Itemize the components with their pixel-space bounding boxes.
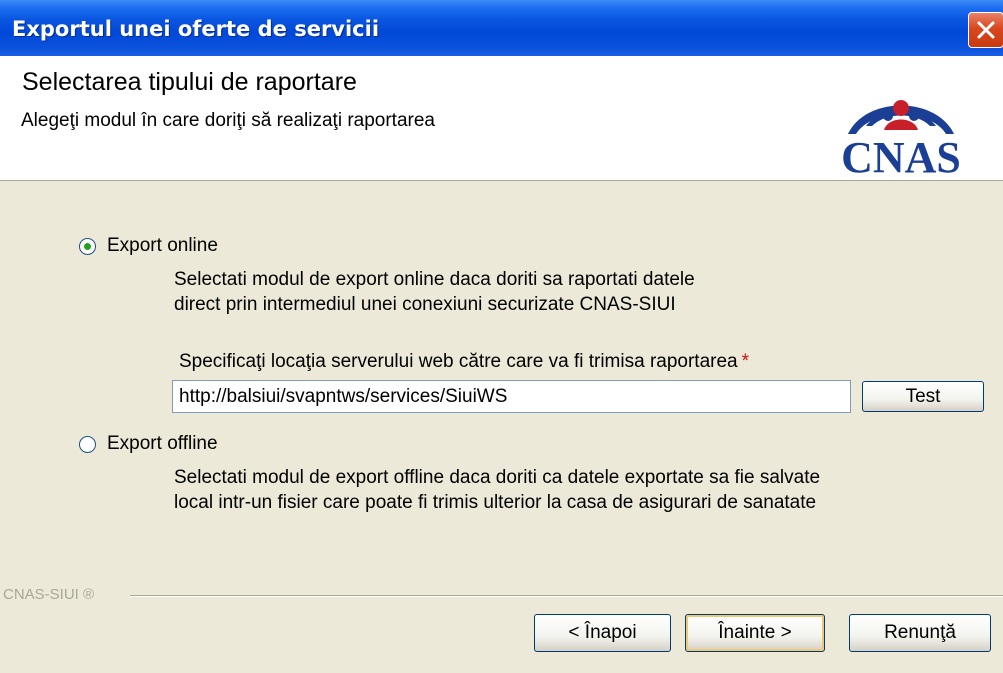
cancel-button[interactable]: Renunţă xyxy=(849,614,991,652)
cnas-logo: CNAS xyxy=(841,100,961,176)
brand-footer-label: CNAS-SIUI ® xyxy=(3,586,95,603)
server-location-label: Specificaţi locaţia serverului web către… xyxy=(179,351,749,373)
export-online-option[interactable]: Export online xyxy=(79,235,218,257)
test-button[interactable]: Test xyxy=(862,381,984,412)
export-online-desc-line2: direct prin intermediul unei conexiuni s… xyxy=(174,294,676,315)
export-offline-radio[interactable] xyxy=(79,435,96,453)
window-title: Exportul unei oferte de servicii xyxy=(12,17,380,41)
close-icon xyxy=(977,21,995,39)
export-offline-desc-line1: Selectati modul de export offline daca d… xyxy=(174,467,821,488)
export-online-radio[interactable] xyxy=(79,237,96,255)
wizard-body: Export online Selectati modul de export … xyxy=(0,181,1003,673)
wizard-header: Selectarea tipului de raportare Alegeţi … xyxy=(0,56,1003,181)
footer-divider xyxy=(130,595,1003,597)
next-button[interactable]: Înainte > xyxy=(685,614,825,652)
back-button[interactable]: < Înapoi xyxy=(534,614,671,652)
server-url-input[interactable] xyxy=(172,380,851,413)
export-online-description: Selectati modul de export online daca do… xyxy=(174,267,695,317)
export-offline-description: Selectati modul de export offline daca d… xyxy=(174,465,820,515)
export-offline-desc-line2: local intr-un fisier care poate fi trimi… xyxy=(174,492,817,513)
export-online-label: Export online xyxy=(107,235,218,256)
title-bar[interactable]: Exportul unei oferte de servicii xyxy=(0,0,1003,56)
close-button[interactable] xyxy=(968,12,1003,48)
logo-text: CNAS xyxy=(841,133,961,176)
export-online-desc-line1: Selectati modul de export online daca do… xyxy=(174,269,695,290)
server-location-text: Specificaţi locaţia serverului web către… xyxy=(179,351,738,372)
dialog-window: Exportul unei oferte de servicii Selecta… xyxy=(0,0,1003,673)
export-offline-label: Export offline xyxy=(107,433,218,454)
export-offline-option[interactable]: Export offline xyxy=(79,433,218,455)
page-title: Selectarea tipului de raportare xyxy=(22,68,357,96)
page-subtitle: Alegeţi modul în care doriţi să realizaţ… xyxy=(21,110,435,131)
required-marker: * xyxy=(741,351,750,372)
